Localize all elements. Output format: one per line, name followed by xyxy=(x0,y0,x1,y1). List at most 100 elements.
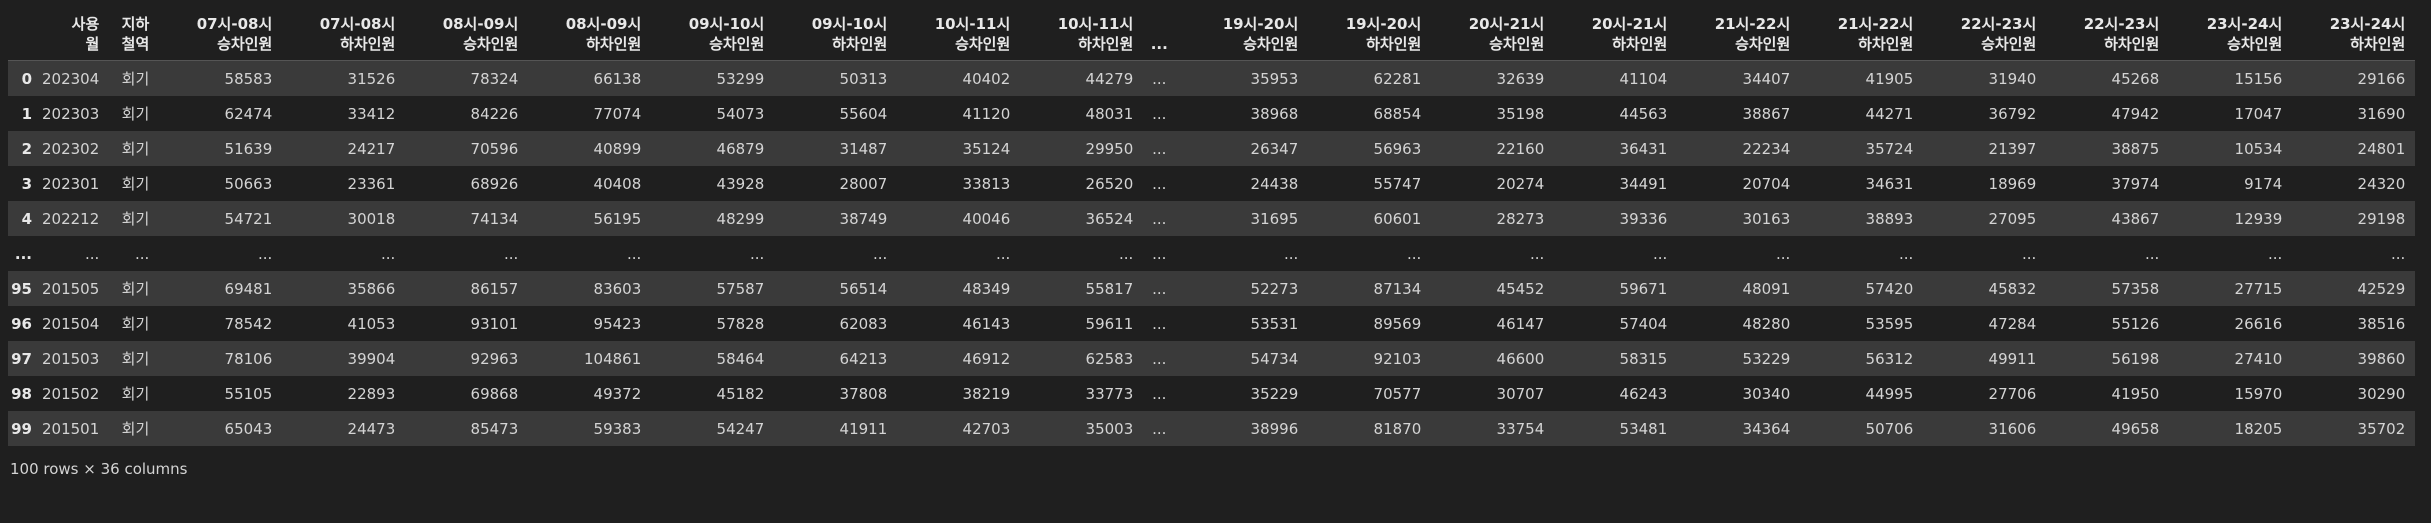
table-cell: 31487 xyxy=(839,139,888,158)
column-header: 20시-21시 하차인원 xyxy=(1554,10,1678,61)
table-cell: 9174 xyxy=(2244,174,2283,193)
table-cell: 41905 xyxy=(1865,69,1914,88)
table-cell: 46600 xyxy=(1496,349,1545,368)
table-cell: 57420 xyxy=(1865,279,1914,298)
table-cell: 202212 xyxy=(42,209,100,228)
table-cell: 57358 xyxy=(2111,279,2160,298)
table-cell: 55747 xyxy=(1373,174,1422,193)
table-cell: 26616 xyxy=(2234,314,2283,333)
table-cell: 10534 xyxy=(2234,139,2283,158)
table-cell: 26520 xyxy=(1085,174,1134,193)
table-row: 3 202301 회기 50663 23361 68926 40408 43928 28007 3… xyxy=(8,166,2416,201)
table-cell: 35953 xyxy=(1250,69,1299,88)
table-cell: 31695 xyxy=(1250,209,1299,228)
table-cell: 12939 xyxy=(2234,209,2283,228)
table-cell: 52273 xyxy=(1250,279,1299,298)
table-cell: 39904 xyxy=(347,349,396,368)
table-cell: 92963 xyxy=(470,349,519,368)
table-cell: 50706 xyxy=(1865,419,1914,438)
table-cell: 56514 xyxy=(839,279,888,298)
table-cell: 34491 xyxy=(1619,174,1668,193)
table-cell: ... xyxy=(2144,244,2160,263)
table-cell: ... xyxy=(1152,279,1167,298)
row-index: 0 xyxy=(21,69,32,88)
table-cell: 39336 xyxy=(1619,209,1668,228)
table-cell: 201504 xyxy=(42,314,100,333)
table-cell: 95423 xyxy=(593,314,642,333)
table-cell: 83603 xyxy=(593,279,642,298)
table-cell: ... xyxy=(626,244,642,263)
table-cell: ... xyxy=(2267,244,2283,263)
table-cell: 58464 xyxy=(716,349,765,368)
table-cell: 27706 xyxy=(1988,384,2037,403)
table-cell: 48299 xyxy=(716,209,765,228)
table-cell: 35003 xyxy=(1085,419,1134,438)
table-cell: 24473 xyxy=(347,419,396,438)
table-cell: 56963 xyxy=(1373,139,1422,158)
table-cell: 49911 xyxy=(1988,349,2037,368)
table-cell: 58583 xyxy=(224,69,273,88)
column-header: 09시-10시 하차인원 xyxy=(774,10,898,61)
table-cell: 38968 xyxy=(1250,104,1299,123)
table-cell: 53595 xyxy=(1865,314,1914,333)
table-cell: ... xyxy=(1152,419,1167,438)
table-cell: 59383 xyxy=(593,419,642,438)
table-cell: 29198 xyxy=(2357,209,2406,228)
table-cell: 64213 xyxy=(839,349,888,368)
table-cell: ... xyxy=(1406,244,1422,263)
table-cell: 55126 xyxy=(2111,314,2160,333)
table-cell: 69868 xyxy=(470,384,519,403)
table-cell: 33412 xyxy=(347,104,396,123)
table-cell: 20274 xyxy=(1496,174,1545,193)
table-cell: 30018 xyxy=(347,209,396,228)
table-cell: 36431 xyxy=(1619,139,1668,158)
table-row: 95 201505 회기 69481 35866 86157 83603 57587 56514… xyxy=(8,271,2416,306)
table-cell: 24217 xyxy=(347,139,396,158)
table-cell: ... xyxy=(1152,244,1167,263)
table-cell: 35724 xyxy=(1865,139,1914,158)
table-cell: ... xyxy=(2021,244,2037,263)
table-cell: 회기 xyxy=(121,349,150,368)
table-cell: 202303 xyxy=(42,104,100,123)
table-cell: 46143 xyxy=(962,314,1011,333)
table-cell: 78324 xyxy=(470,69,519,88)
table-cell: 44271 xyxy=(1865,104,1914,123)
table-cell: 44563 xyxy=(1619,104,1668,123)
table-cell: 46243 xyxy=(1619,384,1668,403)
table-cell: 30163 xyxy=(1742,209,1791,228)
table-cell: 48091 xyxy=(1742,279,1791,298)
column-header: 23시-24시 승차인원 xyxy=(2169,10,2293,61)
table-cell: 201501 xyxy=(42,419,100,438)
table-cell: ... xyxy=(1152,139,1167,158)
table-cell: 68926 xyxy=(470,174,519,193)
column-header: 07시-08시 승차인원 xyxy=(159,10,283,61)
table-cell: ... xyxy=(1152,69,1167,88)
table-cell: 74134 xyxy=(470,209,519,228)
table-cell: 35229 xyxy=(1250,384,1299,403)
table-cell: 회기 xyxy=(121,139,150,158)
table-cell: 22234 xyxy=(1742,139,1791,158)
table-cell: 30707 xyxy=(1496,384,1545,403)
table-cell: 42703 xyxy=(962,419,1011,438)
table-cell: 54073 xyxy=(716,104,765,123)
table-cell: ... xyxy=(1152,209,1167,228)
table-cell: ... xyxy=(872,244,888,263)
table-cell: 89569 xyxy=(1373,314,1422,333)
table-cell: 31690 xyxy=(2357,104,2406,123)
row-index: 3 xyxy=(21,174,32,193)
table-cell: 55817 xyxy=(1085,279,1134,298)
table-cell: 40899 xyxy=(593,139,642,158)
table-cell: 68854 xyxy=(1373,104,1422,123)
table-cell: ... xyxy=(257,244,273,263)
table-cell: 38893 xyxy=(1865,209,1914,228)
table-cell: 30340 xyxy=(1742,384,1791,403)
table-cell: 28273 xyxy=(1496,209,1545,228)
column-header: 사용 월 xyxy=(42,10,110,61)
column-header: 23시-24시 하차인원 xyxy=(2292,10,2416,61)
row-index: 96 xyxy=(11,314,32,333)
column-header: 22시-23시 하차인원 xyxy=(2046,10,2170,61)
table-cell: 40408 xyxy=(593,174,642,193)
table-cell: 41120 xyxy=(962,104,1011,123)
table-row: 99 201501 회기 65043 24473 85473 59383 54247 41911… xyxy=(8,411,2416,446)
table-cell: 62281 xyxy=(1373,69,1422,88)
